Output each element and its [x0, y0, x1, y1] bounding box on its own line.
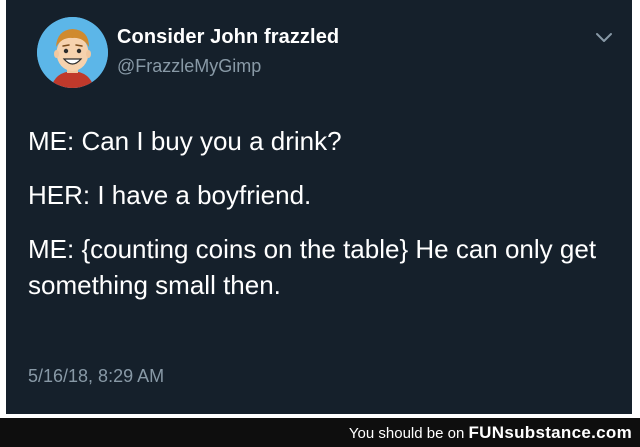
watermark-bar: You should be on FUNsubstance.com — [0, 418, 640, 447]
tweet-card: Consider John frazzled @FrazzleMyGimp ME… — [6, 0, 632, 414]
tweet-line: ME: Can I buy you a drink? — [28, 126, 342, 156]
watermark-prefix: You should be on — [348, 425, 465, 442]
display-name[interactable]: Consider John frazzled — [117, 26, 339, 49]
chevron-down-icon — [596, 33, 612, 42]
tweet-line: HER: I have a boyfriend. — [28, 180, 312, 210]
tweet-timestamp[interactable]: 5/16/18, 8:29 AM — [28, 366, 164, 387]
watermark-brand: FUNsubstance.com — [468, 423, 632, 442]
tweet-line: ME: {counting coins on the table} He can… — [28, 234, 597, 300]
watermark: You should be on FUNsubstance.com — [349, 423, 632, 443]
more-options-button[interactable] — [594, 30, 614, 46]
tweet-text: ME: Can I buy you a drink? HER: I have a… — [28, 123, 624, 321]
avatar[interactable] — [37, 17, 108, 88]
user-handle[interactable]: @FrazzleMyGimp — [117, 56, 261, 77]
cartoon-face-avatar-icon — [37, 17, 108, 88]
